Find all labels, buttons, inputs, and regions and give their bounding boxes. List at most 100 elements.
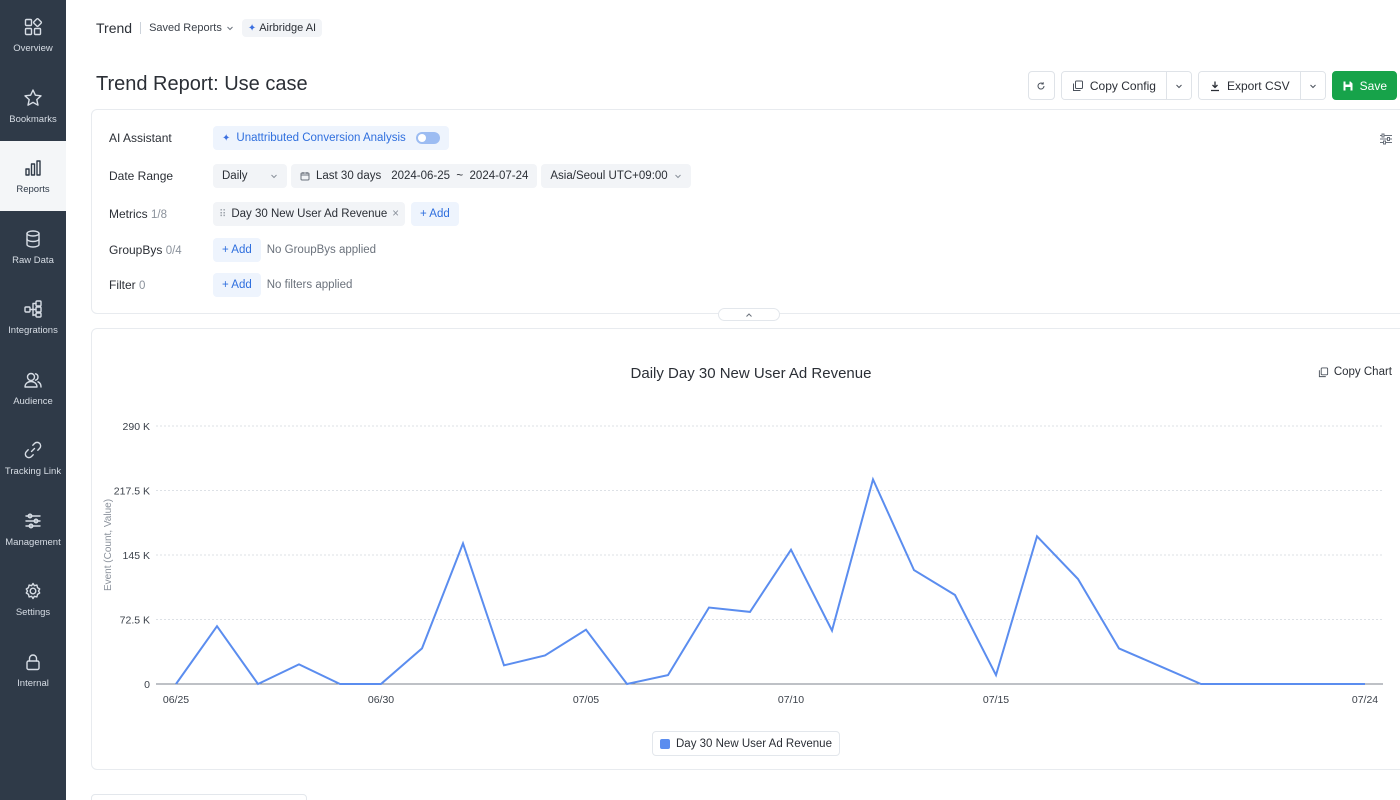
copy-config-group: Copy Config (1060, 71, 1192, 100)
legend-swatch (660, 738, 670, 749)
granularity-select[interactable]: Daily (213, 164, 287, 188)
chevron-down-icon (226, 26, 233, 31)
x-tick-label: 07/24 (1352, 694, 1378, 706)
users-icon (24, 372, 42, 388)
filter-row: Filter 0 + Add No filters applied (109, 273, 352, 297)
airbridge-ai-button[interactable]: ✦ Airbridge AI (241, 19, 323, 37)
chevron-down-icon (271, 174, 277, 179)
export-csv-group: Export CSV (1197, 71, 1326, 100)
sidebar-item-overview[interactable]: Overview (0, 0, 66, 70)
chevron-down-icon (1309, 84, 1316, 88)
metrics-label-text: Metrics (109, 207, 148, 221)
chevron-down-icon (1176, 84, 1182, 88)
sidebar-item-label: Internal (17, 677, 49, 689)
sparkle-icon: ✦ (247, 22, 257, 34)
sidebar-item-bookmarks[interactable]: Bookmarks (0, 71, 66, 141)
groupbys-label: GroupBys 0/4 (109, 243, 213, 257)
chart-legend[interactable]: Day 30 New User Ad Revenue (652, 731, 840, 756)
date-range-picker[interactable]: Last 30 days 2024-06-25 ~ 2024-07-24 (291, 164, 538, 188)
date-preset: Last 30 days (316, 170, 382, 182)
sliders-icon (25, 513, 41, 528)
series-line (175, 476, 1365, 686)
chevron-up-icon (746, 312, 752, 317)
date-range-value: 2024-06-25 ~ 2024-07-24 (391, 170, 529, 182)
timezone-select[interactable]: Asia/Seoul UTC+09:00 (541, 164, 691, 188)
metrics-row: Metrics 1/8 ⠿ Day 30 New User Ad Revenue… (109, 202, 459, 226)
groupbys-label-text: GroupBys (109, 243, 163, 257)
sidebar-item-label: Settings (15, 606, 51, 618)
sidebar-item-integrations[interactable]: Integrations (0, 282, 66, 352)
breadcrumb-trend[interactable]: Trend (96, 20, 132, 36)
database-icon (26, 229, 40, 248)
chevron-down-icon (674, 174, 681, 179)
add-filter-button[interactable]: + Add (213, 273, 261, 297)
copy-config-dropdown[interactable] (1165, 72, 1191, 99)
sidebar: Overview Bookmarks Reports Raw Data Inte… (0, 0, 66, 800)
export-csv-dropdown[interactable] (1299, 72, 1325, 99)
copy-config-label: Copy Config (1089, 78, 1156, 93)
chart-panel: Daily Day 30 New User Ad Revenue Copy Ch… (91, 328, 1400, 770)
sidebar-item-raw-data[interactable]: Raw Data (0, 212, 66, 282)
y-tick-label: 72.5 K (120, 615, 150, 627)
page-title: Trend Report: Use case (96, 73, 308, 95)
line-chart: 0 72.5 K 145 K 217.5 K 290 K Event (Count, Va… (103, 421, 1383, 706)
link-icon (24, 441, 42, 458)
date-range-row: Date Range Daily Last 30 days 2024-06-25… (109, 164, 691, 188)
bar-chart-icon (25, 159, 41, 176)
copy-config-button[interactable]: Copy Config (1061, 72, 1166, 99)
lock-icon (26, 653, 40, 670)
ai-assistant-chip[interactable]: ✦ Unattributed Conversion Analysis (213, 126, 449, 150)
refresh-icon (1037, 81, 1045, 89)
sidebar-item-tracking-link[interactable]: Tracking Link (0, 423, 66, 493)
x-tick-label: 07/15 (983, 694, 1009, 706)
close-icon[interactable]: × (392, 208, 399, 220)
metrics-label: Metrics 1/8 (109, 207, 213, 221)
sidebar-item-label: Tracking Link (4, 465, 62, 477)
star-icon (24, 88, 42, 106)
sidebar-item-label: Overview (13, 42, 53, 54)
sidebar-item-label: Audience (13, 395, 53, 407)
sidebar-item-label: Bookmarks (9, 113, 57, 125)
save-icon (1343, 81, 1353, 90)
collapse-panel-button[interactable] (718, 308, 780, 321)
sparkle-icon: ✦ (222, 132, 231, 144)
tune-icon[interactable] (1379, 132, 1393, 146)
y-tick-label: 0 (144, 679, 150, 691)
drag-handle-icon[interactable]: ⠿ (219, 209, 226, 220)
sidebar-item-settings[interactable]: Settings (0, 564, 66, 634)
airbridge-ai-label: Airbridge AI (259, 22, 317, 34)
filter-count: 0 (139, 280, 146, 292)
add-groupby-button[interactable]: + Add (213, 238, 261, 262)
ai-assistant-toggle[interactable] (415, 132, 440, 144)
report-config-panel: AI Assistant ✦ Unattributed Conversion A… (91, 109, 1400, 321)
groupbys-count: 0/4 (165, 245, 182, 257)
export-csv-label: Export CSV (1226, 78, 1290, 93)
y-tick-label: 217.5 K (114, 486, 150, 498)
metric-chip-label: Day 30 New User Ad Revenue (231, 208, 388, 220)
groupbys-row: GroupBys 0/4 + Add No GroupBys applied (109, 238, 376, 262)
metric-chip[interactable]: ⠿ Day 30 New User Ad Revenue × (213, 202, 406, 226)
y-axis-label: Event (Count, Value) (103, 499, 114, 591)
sidebar-item-management[interactable]: Management (0, 494, 66, 564)
add-metric-button[interactable]: + Add (411, 202, 459, 226)
y-tick-label: 145 K (123, 550, 150, 562)
export-csv-button[interactable]: Export CSV (1198, 72, 1300, 99)
sidebar-item-internal[interactable]: Internal (0, 635, 66, 705)
date-range-label: Date Range (109, 169, 174, 183)
ai-assistant-label: AI Assistant (109, 131, 172, 145)
y-tick-label: 290 K (123, 421, 150, 433)
refresh-button[interactable] (1027, 71, 1055, 100)
sidebar-item-label: Reports (16, 183, 50, 195)
saved-reports-dropdown[interactable]: Saved Reports (149, 22, 234, 34)
ai-assistant-value: Unattributed Conversion Analysis (236, 132, 406, 144)
calendar-icon (300, 172, 310, 181)
save-button[interactable]: Save (1331, 71, 1397, 100)
breadcrumb-divider (140, 22, 142, 34)
groupbys-empty-text: No GroupBys applied (266, 244, 377, 256)
integrations-icon (24, 299, 42, 318)
sidebar-item-audience[interactable]: Audience (0, 353, 66, 423)
x-tick-label: 07/05 (573, 694, 599, 706)
copy-icon (1072, 80, 1083, 91)
ai-assistant-row: AI Assistant ✦ Unattributed Conversion A… (109, 126, 449, 150)
sidebar-item-reports[interactable]: Reports (0, 141, 66, 211)
